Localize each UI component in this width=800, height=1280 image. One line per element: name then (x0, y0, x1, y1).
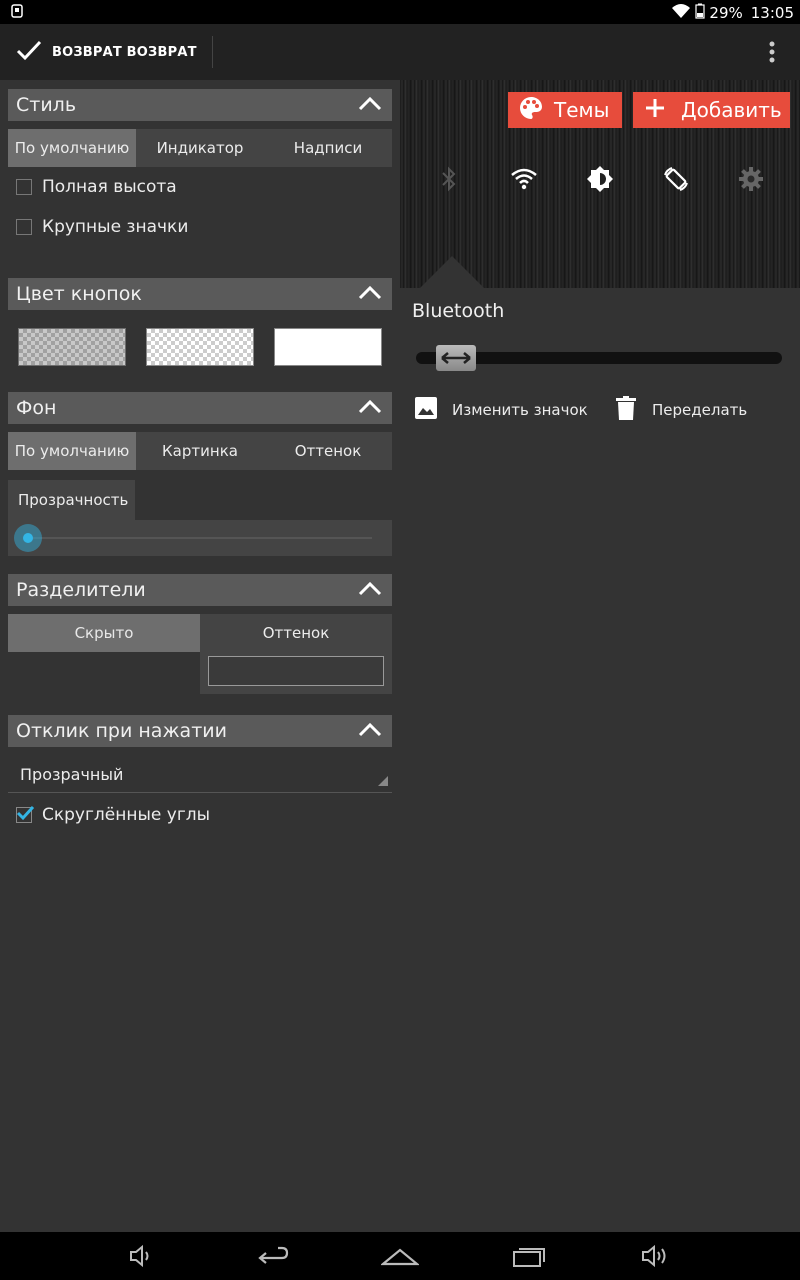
color-swatch-active[interactable] (274, 328, 382, 366)
settings-gear-icon[interactable] (736, 164, 766, 194)
color-swatch-pressed[interactable] (146, 328, 254, 366)
battery-percent: 29% (709, 4, 743, 22)
tab-tint[interactable]: Оттенок (264, 432, 392, 470)
style-section-header[interactable]: Стиль (8, 89, 392, 121)
clock: 13:05 (750, 4, 794, 22)
touch-feedback-dropdown[interactable]: Прозрачный (8, 749, 392, 793)
volume-up-icon[interactable] (636, 1240, 676, 1272)
large-icons-checkbox[interactable] (16, 219, 32, 235)
redo-label: Переделать (652, 401, 748, 419)
section-title: Стиль (16, 94, 77, 116)
section-title: Отклик при нажатии (16, 720, 227, 742)
volume-down-icon[interactable] (122, 1240, 162, 1272)
background-tabs: По умолчанию Картинка Оттенок (8, 432, 392, 470)
status-bar: 29% 13:05 (0, 0, 800, 24)
screen: 29% 13:05 ВОЗВРАТ ВОЗВРАТ Стиль По умолч… (0, 0, 800, 1280)
transparency-slider[interactable] (8, 520, 392, 556)
check-icon (16, 39, 42, 65)
transparency-label: Прозрачность (8, 480, 135, 520)
slider-thumb[interactable] (14, 524, 42, 552)
change-icon-button[interactable]: Изменить значок (414, 396, 588, 424)
wifi-status-icon (671, 3, 691, 23)
wifi-icon[interactable] (509, 164, 539, 194)
style-tabs: По умолчанию Индикатор Надписи (8, 129, 392, 167)
themes-button-label: Темы (554, 98, 610, 122)
full-height-checkbox[interactable] (16, 179, 32, 195)
add-button-label: Добавить (681, 98, 782, 122)
done-button[interactable]: ВОЗВРАТ ВОЗВРАТ (0, 24, 212, 80)
bluetooth-icon[interactable] (434, 164, 464, 194)
recent-apps-icon[interactable] (510, 1240, 550, 1272)
battery-icon (695, 3, 706, 23)
touch-feedback-section: Отклик при нажатии Прозрачный Скруглённы… (8, 715, 392, 835)
slider-track (26, 537, 372, 539)
touch-feedback-header[interactable]: Отклик при нажатии (8, 715, 392, 747)
tab-default[interactable]: По умолчанию (8, 129, 136, 167)
done-button-label: ВОЗВРАТ ВОЗВРАТ (52, 44, 197, 60)
dropdown-arrow-icon (378, 771, 388, 790)
checkbox-label: Скруглённые углы (42, 805, 211, 825)
plus-icon (643, 96, 667, 125)
tab-labels[interactable]: Надписи (264, 129, 392, 167)
themes-button[interactable]: Темы (508, 92, 622, 128)
chevron-up-icon (358, 722, 382, 741)
divider-color-swatch[interactable] (208, 656, 384, 686)
back-icon[interactable] (252, 1240, 292, 1272)
section-title: Фон (16, 397, 57, 419)
brightness-icon[interactable] (585, 164, 615, 194)
tab-picture[interactable]: Картинка (136, 432, 264, 470)
chevron-up-icon (358, 96, 382, 115)
checkbox-label: Полная высота (42, 177, 177, 197)
action-bar-divider (212, 36, 213, 68)
palette-icon (518, 95, 544, 126)
section-title: Разделители (16, 579, 146, 601)
overflow-menu-icon[interactable] (766, 40, 778, 64)
add-button[interactable]: Добавить (633, 92, 790, 128)
change-icon-label: Изменить значок (452, 401, 588, 419)
style-section: Стиль По умолчанию Индикатор Надписи Пол… (8, 89, 392, 247)
background-header[interactable]: Фон (8, 392, 392, 424)
rounded-corners-checkbox[interactable] (16, 805, 34, 823)
preview-background: Темы Добавить (400, 80, 800, 288)
tab-tint-panel[interactable]: Оттенок (200, 614, 392, 694)
color-swatch-normal[interactable] (18, 328, 126, 366)
trash-icon (616, 396, 636, 424)
background-section: Фон По умолчанию Картинка Оттенок Прозра… (8, 392, 392, 556)
tab-indicator[interactable]: Индикатор (136, 129, 264, 167)
tab-default[interactable]: По умолчанию (8, 432, 136, 470)
rounded-corners-option[interactable]: Скруглённые углы (8, 795, 392, 835)
button-color-section: Цвет кнопок (8, 278, 392, 370)
action-bar: ВОЗВРАТ ВОЗВРАТ (0, 24, 800, 80)
dividers-section: Разделители Скрыто Оттенок (8, 574, 392, 694)
tab-tint: Оттенок (262, 624, 330, 642)
dividers-header[interactable]: Разделители (8, 574, 392, 606)
selection-pointer (420, 256, 484, 288)
large-icons-option[interactable]: Крупные значки (8, 207, 392, 247)
full-height-option[interactable]: Полная высота (8, 167, 392, 207)
tab-hidden[interactable]: Скрыто (8, 614, 200, 652)
auto-rotate-icon[interactable] (661, 164, 691, 194)
reorder-handle[interactable] (436, 345, 476, 371)
preview-panel: Темы Добавить Bluetooth Изменить значок … (400, 80, 800, 420)
redo-button[interactable]: Переделать (616, 396, 747, 424)
image-icon (414, 396, 438, 424)
navigation-bar (0, 1232, 800, 1280)
chevron-up-icon (358, 399, 382, 418)
home-icon[interactable] (380, 1240, 420, 1272)
checkbox-label: Крупные значки (42, 217, 189, 237)
button-color-header[interactable]: Цвет кнопок (8, 278, 392, 310)
dropdown-value: Прозрачный (20, 765, 124, 784)
section-title: Цвет кнопок (16, 283, 142, 305)
usb-debug-icon (10, 3, 24, 23)
toggle-name-label: Bluetooth (412, 300, 505, 322)
chevron-up-icon (358, 581, 382, 600)
chevron-up-icon (358, 285, 382, 304)
